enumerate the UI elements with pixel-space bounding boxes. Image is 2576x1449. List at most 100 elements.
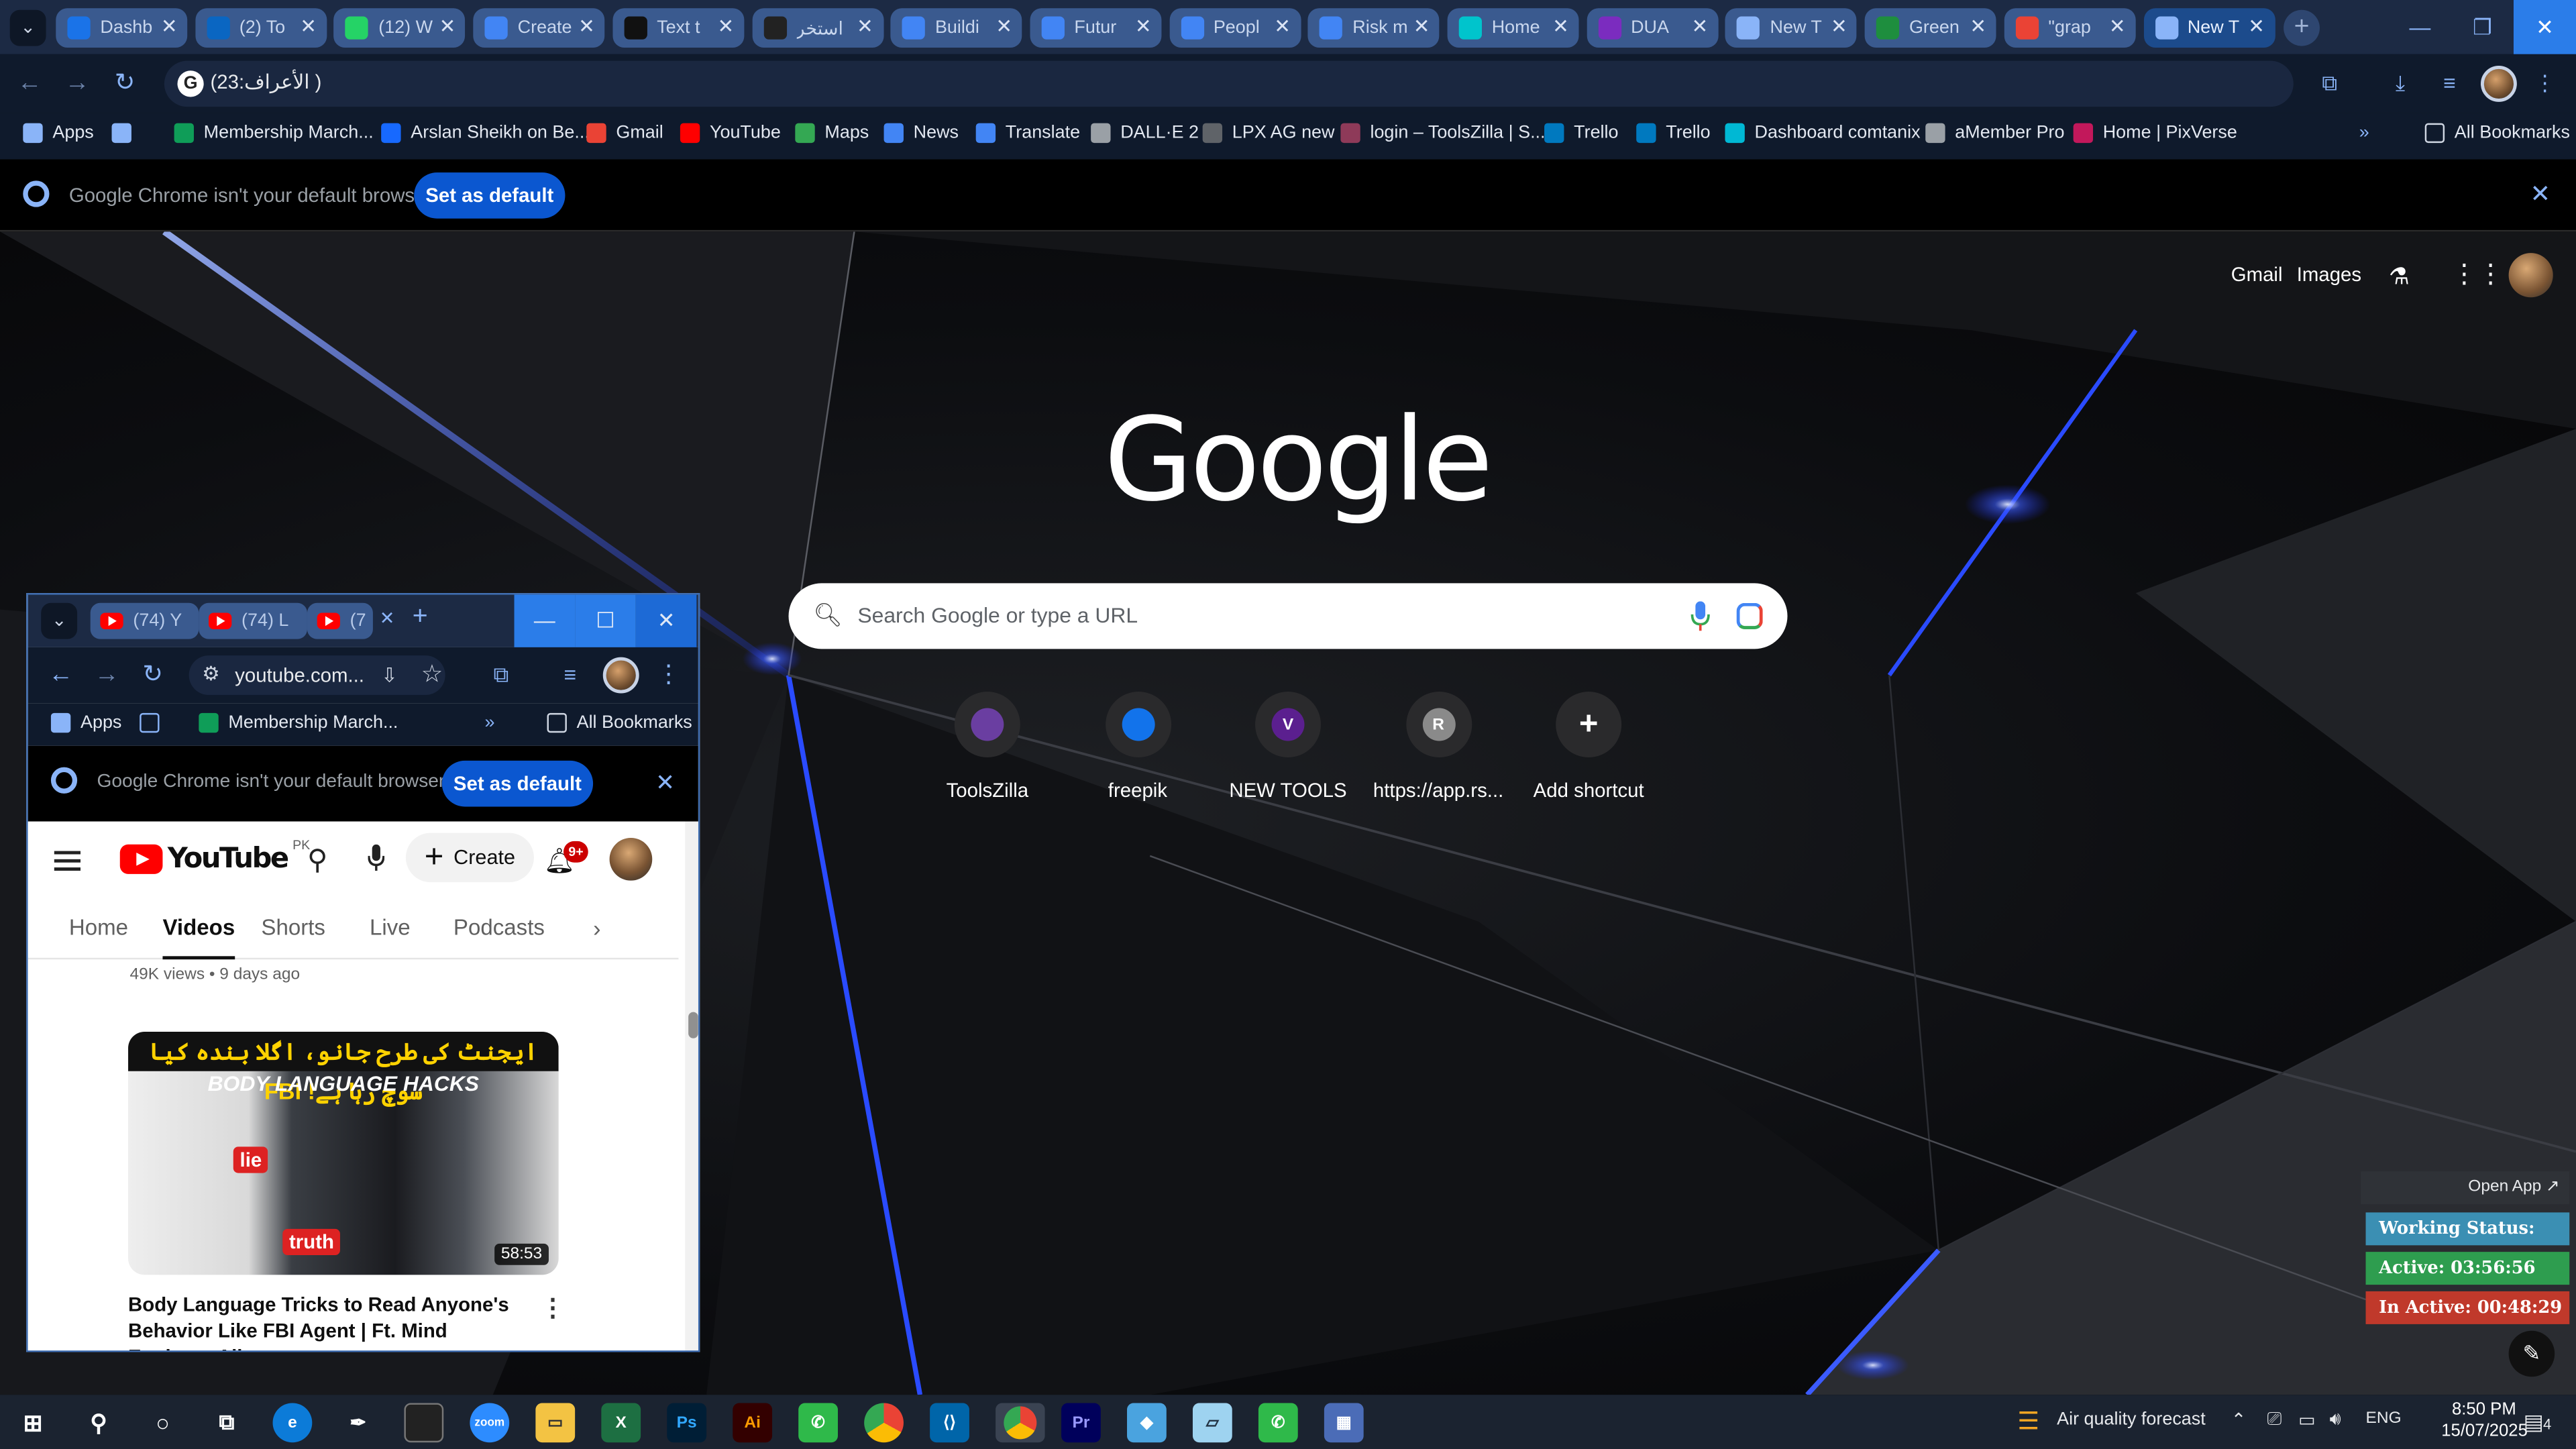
phone-app-2-icon[interactable]: ✆ xyxy=(1258,1403,1298,1443)
close-tab-icon[interactable]: ✕ xyxy=(718,15,735,38)
bookmark-item[interactable] xyxy=(111,123,142,144)
address-bar[interactable]: G (23:الأعراف ) xyxy=(164,60,2294,107)
popup-profile-avatar[interactable] xyxy=(602,657,639,694)
popup-new-tab-button[interactable]: + xyxy=(413,603,428,633)
terminal-icon[interactable] xyxy=(404,1403,444,1443)
bookmark-item[interactable]: Arslan Sheikh on Be... xyxy=(381,123,590,144)
popup-address-bar[interactable]: ⚙ youtube.com... xyxy=(189,655,445,695)
ntp-shortcut[interactable]: V NEW TOOLS xyxy=(1214,692,1362,802)
bookmark-item[interactable]: aMember Pro xyxy=(1925,123,2065,144)
hamburger-menu-icon[interactable] xyxy=(54,851,81,871)
channel-tab[interactable]: Shorts xyxy=(261,915,325,940)
close-tab-icon[interactable]: ✕ xyxy=(578,15,595,38)
close-tab-icon[interactable]: ✕ xyxy=(1552,15,1569,38)
popup-close-button[interactable]: ✕ xyxy=(635,594,697,647)
bookmark-item[interactable]: login – ToolsZilla | S... xyxy=(1340,123,1546,144)
volume-icon[interactable]: 🔊︎ xyxy=(2330,1409,2341,1431)
tray-overflow-icon[interactable]: ⌃ xyxy=(2231,1409,2247,1431)
youtube-account-avatar[interactable] xyxy=(609,837,653,881)
browser-tab[interactable]: Buildi ✕ xyxy=(890,8,1022,48)
tabs-scroll-right-icon[interactable]: › xyxy=(593,915,600,941)
labs-icon[interactable]: ⚗ xyxy=(2389,263,2410,291)
popup-reading-list-icon[interactable]: ≡ xyxy=(553,659,586,692)
close-tab-icon[interactable]: ✕ xyxy=(161,15,178,38)
premiere-icon[interactable]: Pr xyxy=(1061,1403,1101,1443)
video-title[interactable]: Body Language Tricks to Read Anyone's Be… xyxy=(128,1291,535,1350)
bookmark-item[interactable]: Membership March... xyxy=(174,123,374,144)
close-tab-icon[interactable]: ✕ xyxy=(857,15,873,38)
browser-tab[interactable]: Green ✕ xyxy=(1864,8,1996,48)
pen-tool-icon[interactable]: ✒ xyxy=(338,1403,378,1442)
all-bookmarks[interactable]: All Bookmarks xyxy=(2424,123,2570,144)
reload-icon[interactable]: ↻ xyxy=(109,67,142,100)
youtube-scrollbar[interactable] xyxy=(685,821,698,1351)
close-tab-icon[interactable]: ✕ xyxy=(1413,15,1430,38)
bookmark-item[interactable]: Trello xyxy=(1544,123,1619,144)
video-thumbnail[interactable]: ایجنٹ کی طرح جانو، اگلا بندہ کیا سوچ رہا… xyxy=(128,1031,559,1275)
popup-tab-groups-icon[interactable] xyxy=(140,712,169,733)
ntp-shortcut[interactable]: Rhttps://app.rs... xyxy=(1364,692,1512,802)
popup-bookmarks-overflow-icon[interactable]: » xyxy=(484,713,494,733)
app-diamond-icon[interactable]: ◆ xyxy=(1127,1403,1167,1443)
channel-tab[interactable]: Home xyxy=(69,915,128,940)
bookmarks-overflow-icon[interactable]: » xyxy=(2359,123,2369,143)
browser-tab[interactable]: (2) To ✕ xyxy=(195,8,327,48)
system-clock[interactable]: 8:50 PM 15/07/2025 xyxy=(2441,1400,2528,1443)
close-infobar-icon[interactable]: ✕ xyxy=(2530,179,2551,209)
popup-maximize-button[interactable]: ☐ xyxy=(575,594,636,647)
bookmark-item[interactable]: LPX AG new xyxy=(1202,123,1335,144)
photoshop-icon[interactable]: Ps xyxy=(667,1403,707,1443)
voice-search-icon[interactable] xyxy=(1690,601,1710,631)
popup-bookmark-membership[interactable]: Membership March... xyxy=(199,712,398,733)
popup-close-tab-icon[interactable]: ✕ xyxy=(380,608,395,629)
close-tab-icon[interactable]: ✕ xyxy=(1692,15,1709,38)
minimize-button[interactable]: — xyxy=(2389,0,2451,54)
popup-tab[interactable]: (74) L xyxy=(199,602,307,639)
browser-tab[interactable]: استخر ✕ xyxy=(751,8,883,48)
excel-icon[interactable]: X xyxy=(601,1403,641,1443)
bookmark-item[interactable]: Dashboard comtanix xyxy=(1725,123,1921,144)
bookmark-star-icon[interactable]: ☆ xyxy=(416,659,449,692)
calculator-icon[interactable]: ▦ xyxy=(1324,1403,1364,1443)
browser-tab[interactable]: Create ✕ xyxy=(473,8,605,48)
images-link[interactable]: Images xyxy=(2297,263,2361,286)
bookmark-item[interactable]: YouTube xyxy=(680,123,781,144)
forward-icon[interactable]: → xyxy=(61,67,94,100)
close-tab-icon[interactable]: ✕ xyxy=(1274,15,1291,38)
popup-minimize-button[interactable]: — xyxy=(514,594,576,647)
edge-icon[interactable]: e xyxy=(272,1403,313,1443)
youtube-search-icon[interactable]: ⚲ xyxy=(307,845,327,877)
network-icon[interactable]: ▭ xyxy=(2298,1409,2315,1431)
channel-tab[interactable]: Videos xyxy=(162,915,235,960)
bookmark-item[interactable]: Translate xyxy=(975,123,1080,144)
browser-tab[interactable]: Text t ✕ xyxy=(612,8,744,48)
meet-now-icon[interactable]: ⎚ xyxy=(2267,1409,2282,1431)
scrollbar-thumb[interactable] xyxy=(688,1012,698,1038)
popup-menu-icon[interactable]: ⋮ xyxy=(652,659,685,692)
youtube-mic-icon[interactable] xyxy=(368,844,385,871)
tab-search-button[interactable]: ⌄ xyxy=(9,9,46,46)
popup-reload-icon[interactable]: ↻ xyxy=(136,659,169,692)
profile-avatar[interactable] xyxy=(2480,65,2517,102)
popup-forward-icon[interactable]: → xyxy=(91,659,123,692)
ntp-search-box[interactable]: 🔍︎ Search Google or type a URL xyxy=(788,583,1788,649)
ntp-profile-avatar[interactable] xyxy=(2508,253,2553,298)
browser-tab[interactable]: Dashb ✕ xyxy=(56,8,188,48)
set-default-button[interactable]: Set as default xyxy=(414,172,566,219)
browser-tab[interactable]: Futur ✕ xyxy=(1030,8,1162,48)
browser-tab[interactable]: (12) W ✕ xyxy=(334,8,466,48)
bookmark-item[interactable]: Apps xyxy=(23,123,94,144)
close-tab-icon[interactable]: ✕ xyxy=(300,15,317,38)
bookmark-item[interactable]: News xyxy=(883,123,959,144)
video-more-options-icon[interactable]: ⋮ xyxy=(541,1293,566,1323)
menu-icon[interactable]: ⋮ xyxy=(2530,69,2559,99)
phone-app-icon[interactable]: ✆ xyxy=(798,1403,838,1443)
zoom-icon[interactable]: zoom xyxy=(470,1403,510,1443)
site-info-icon[interactable]: ⚙ xyxy=(202,662,219,685)
browser-tab[interactable]: Risk m ✕ xyxy=(1308,8,1440,48)
browser-tab[interactable]: "grap ✕ xyxy=(2004,8,2136,48)
new-tab-button[interactable]: + xyxy=(2284,9,2320,46)
browser-tab[interactable]: Home ✕ xyxy=(1447,8,1579,48)
downloads-icon[interactable]: ⤓ xyxy=(2385,69,2415,99)
app-notes-icon[interactable]: ▱ xyxy=(1192,1403,1232,1443)
